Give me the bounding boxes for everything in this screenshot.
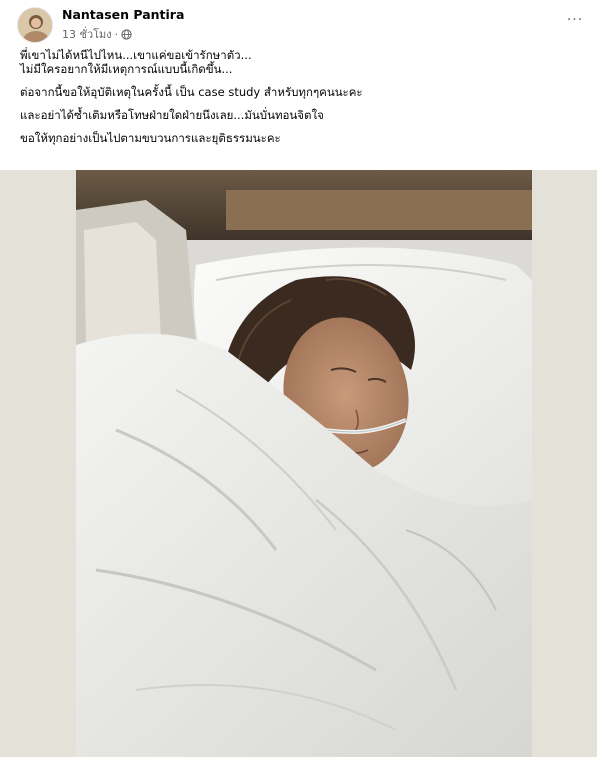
post-text-line: ไม่มีใครอยากให้มีเหตุการณ์แบบนี้เกิดขึ้น… (20, 62, 233, 76)
post-meta: 13 ชั่วโมง · (62, 25, 132, 43)
facebook-post: Nantasen Pantira 13 ชั่วโมง · ··· พี่เขา… (0, 0, 597, 757)
post-header: Nantasen Pantira 13 ชั่วโมง · ··· (0, 0, 597, 48)
post-text: พี่เขาไม่ได้หนีไปไหน...เขาแค่ขอเข้ารักษา… (20, 48, 580, 154)
post-text-line: พี่เขาไม่ได้หนีไปไหน...เขาแค่ขอเข้ารักษา… (20, 48, 252, 62)
post-text-line: ขอให้ทุกอย่างเป็นไปตามขบวนการและยุติธรรม… (20, 131, 281, 145)
post-text-line: ต่อจากนี้ขอให้อุบัติเหตุในครั้งนี้ เป็น … (20, 85, 363, 99)
post-timestamp[interactable]: 13 ชั่วโมง (62, 25, 112, 43)
globe-icon (121, 28, 132, 40)
post-text-line: และอย่าได้ซ้ำเติมหรือโทษฝ่ายใดฝ่ายนึงเลย… (20, 108, 324, 122)
author-avatar[interactable] (17, 7, 53, 43)
post-photo[interactable] (76, 170, 532, 757)
author-name[interactable]: Nantasen Pantira (62, 7, 184, 22)
avatar-image (18, 8, 52, 42)
photo-image (76, 170, 532, 757)
meta-separator: · (114, 27, 119, 41)
more-options-icon[interactable]: ··· (563, 10, 587, 30)
